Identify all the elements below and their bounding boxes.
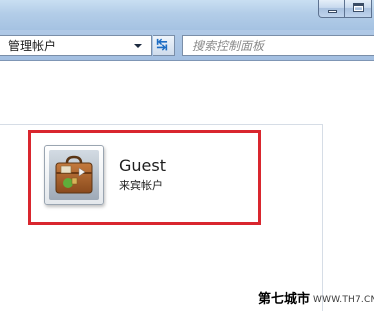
address-breadcrumb[interactable]: 管理帐户	[8, 39, 56, 53]
refresh-icon: ↹	[156, 37, 168, 53]
chevron-down-icon[interactable]	[134, 44, 142, 48]
maximize-button[interactable]	[345, 0, 372, 18]
watermark: 第七城市 WWW.TH7.CN	[258, 291, 374, 309]
search-placeholder: 搜索控制面板	[192, 39, 265, 53]
window-controls	[318, 0, 372, 18]
minimize-button[interactable]	[318, 0, 345, 18]
avatar[interactable]	[44, 145, 104, 205]
account-tile-guest[interactable]: Guest 来宾帐户	[28, 130, 261, 225]
navigation-bar: 管理帐户 ↹ 搜索控制面板	[0, 30, 374, 61]
briefcase-avatar-icon	[49, 150, 99, 200]
refresh-button[interactable]: ↹	[153, 35, 175, 56]
watermark-url: WWW.TH7.CN	[313, 295, 374, 305]
account-type: 来宾帐户	[119, 179, 163, 192]
minimize-icon	[328, 10, 337, 13]
title-bar	[0, 0, 374, 30]
watermark-cn: 第七城市	[258, 292, 311, 307]
search-input[interactable]: 搜索控制面板	[182, 35, 374, 56]
account-name[interactable]: Guest	[119, 157, 166, 175]
maximize-icon	[353, 3, 364, 12]
address-bar[interactable]: 管理帐户	[0, 35, 152, 56]
